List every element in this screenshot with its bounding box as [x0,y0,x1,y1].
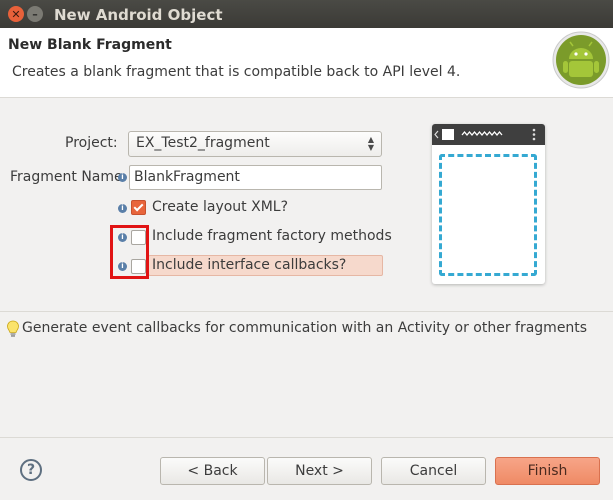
lightbulb-icon [7,320,19,337]
checkmark-icon [133,201,144,212]
minimize-window-button[interactable]: – [27,6,43,22]
preview-action-bar [432,124,545,145]
next-button-label: Next > [295,463,344,479]
divider [0,311,613,312]
android-logo-icon [552,31,610,89]
window-titlebar: ✕ – New Android Object [0,0,613,28]
next-button[interactable]: Next > [267,457,372,485]
close-icon: ✕ [11,7,21,21]
wizard-header: New Blank Fragment Creates a blank fragm… [0,28,613,98]
info-icon: i [118,173,127,182]
hint-text: Generate event callbacks for communicati… [22,320,588,336]
footer-divider [0,437,613,438]
fragment-preview [432,124,545,284]
project-select-value: EX_Test2_fragment [136,135,270,151]
close-window-button[interactable]: ✕ [8,6,24,22]
finish-button[interactable]: Finish [495,457,600,485]
create-layout-xml-label: Create layout XML? [152,199,289,215]
fragment-name-input[interactable]: BlankFragment [129,165,382,190]
preview-toolbar-icon [434,128,536,141]
fragment-name-label: Fragment Name [10,169,123,185]
cancel-button-label: Cancel [409,463,458,479]
project-select[interactable]: EX_Test2_fragment ▲ ▼ [128,131,382,157]
cancel-button[interactable]: Cancel [381,457,486,485]
page-description: Creates a blank fragment that is compati… [12,64,461,80]
help-button[interactable]: ? [20,459,42,481]
select-arrows-icon: ▲ ▼ [367,135,374,152]
info-icon: i [118,204,127,213]
fragment-placeholder [439,154,537,276]
back-button-label: < Back [187,463,238,479]
create-layout-xml-checkbox[interactable] [131,200,146,215]
back-button[interactable]: < Back [160,457,265,485]
window-title: New Android Object [54,6,223,24]
page-title: New Blank Fragment [8,37,172,53]
fragment-factory-methods-label: Include fragment factory methods [152,228,392,244]
help-icon: ? [26,462,36,478]
interface-callbacks-label: Include interface callbacks? [152,257,347,273]
finish-button-label: Finish [527,463,568,479]
minimize-icon: – [32,7,38,21]
project-label: Project: [65,135,118,151]
annotation-highlight-box [110,225,149,279]
fragment-name-value: BlankFragment [134,169,240,185]
